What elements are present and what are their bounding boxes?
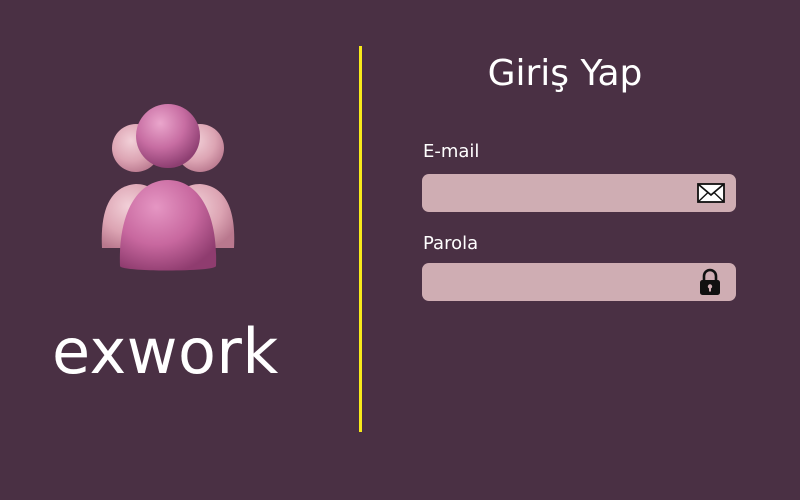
lock-icon <box>700 268 720 295</box>
mail-icon <box>697 183 725 203</box>
password-field[interactable] <box>422 263 736 301</box>
password-label: Parola <box>423 233 479 254</box>
email-field[interactable] <box>422 174 736 212</box>
login-title: Giriş Yap <box>487 53 643 94</box>
brand-name: exwork <box>52 315 279 388</box>
email-input[interactable] <box>422 174 684 212</box>
users-group-icon <box>101 104 235 271</box>
email-label: E-mail <box>423 141 480 162</box>
password-input[interactable] <box>422 263 684 301</box>
vertical-divider <box>359 46 362 432</box>
